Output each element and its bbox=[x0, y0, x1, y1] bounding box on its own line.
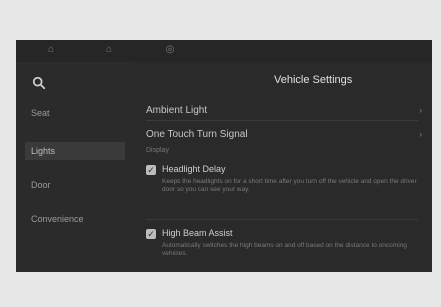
sidebar-item-door[interactable]: Door bbox=[25, 176, 125, 194]
home-icon[interactable]: ⌂ bbox=[104, 45, 114, 55]
sidebar-item-lights[interactable]: Lights bbox=[25, 142, 125, 160]
one-touch-turn-signal-row[interactable]: One Touch Turn Signal › bbox=[146, 128, 422, 142]
high-beam-assist-checkbox[interactable]: ✓ bbox=[146, 229, 156, 239]
search-icon[interactable] bbox=[32, 76, 46, 90]
top-toolbar: ⌂ ⌂ ◎ bbox=[16, 40, 432, 62]
headlight-delay-title: Headlight Delay bbox=[162, 164, 226, 174]
settings-content: Vehicle Settings Ambient Light › One Tou… bbox=[134, 62, 432, 272]
row-divider bbox=[146, 219, 418, 220]
sidebar-item-convenience[interactable]: Convenience bbox=[25, 210, 125, 228]
one-touch-turn-signal-label: One Touch Turn Signal bbox=[146, 129, 248, 140]
high-beam-assist-setting[interactable]: ✓ High Beam Assist Automatically switche… bbox=[146, 228, 420, 268]
headlight-delay-description: Keeps the headlights on for a short time… bbox=[162, 178, 417, 193]
ambient-light-row[interactable]: Ambient Light › bbox=[146, 104, 422, 118]
ambient-light-label: Ambient Light bbox=[146, 105, 208, 116]
section-label: Display bbox=[146, 147, 169, 154]
headlight-delay-setting[interactable]: ✓ Headlight Delay Keeps the headlights o… bbox=[146, 164, 420, 216]
car-icon[interactable]: ⌂ bbox=[46, 45, 56, 55]
chevron-right-icon: › bbox=[419, 130, 422, 139]
chevron-right-icon: › bbox=[419, 106, 422, 115]
vehicle-settings-window: ⌂ ⌂ ◎ Seat Lights Door Convenience Vehic… bbox=[16, 40, 432, 272]
sidebar-item-seat[interactable]: Seat bbox=[25, 104, 125, 122]
row-divider bbox=[146, 120, 418, 121]
steering-wheel-icon[interactable]: ◎ bbox=[165, 45, 175, 55]
settings-sidebar: Seat Lights Door Convenience bbox=[16, 62, 134, 272]
page-title: Vehicle Settings bbox=[274, 74, 353, 86]
high-beam-assist-description: Automatically switches the high beams on… bbox=[162, 242, 407, 257]
high-beam-assist-title: High Beam Assist bbox=[162, 228, 233, 238]
headlight-delay-checkbox[interactable]: ✓ bbox=[146, 165, 156, 175]
